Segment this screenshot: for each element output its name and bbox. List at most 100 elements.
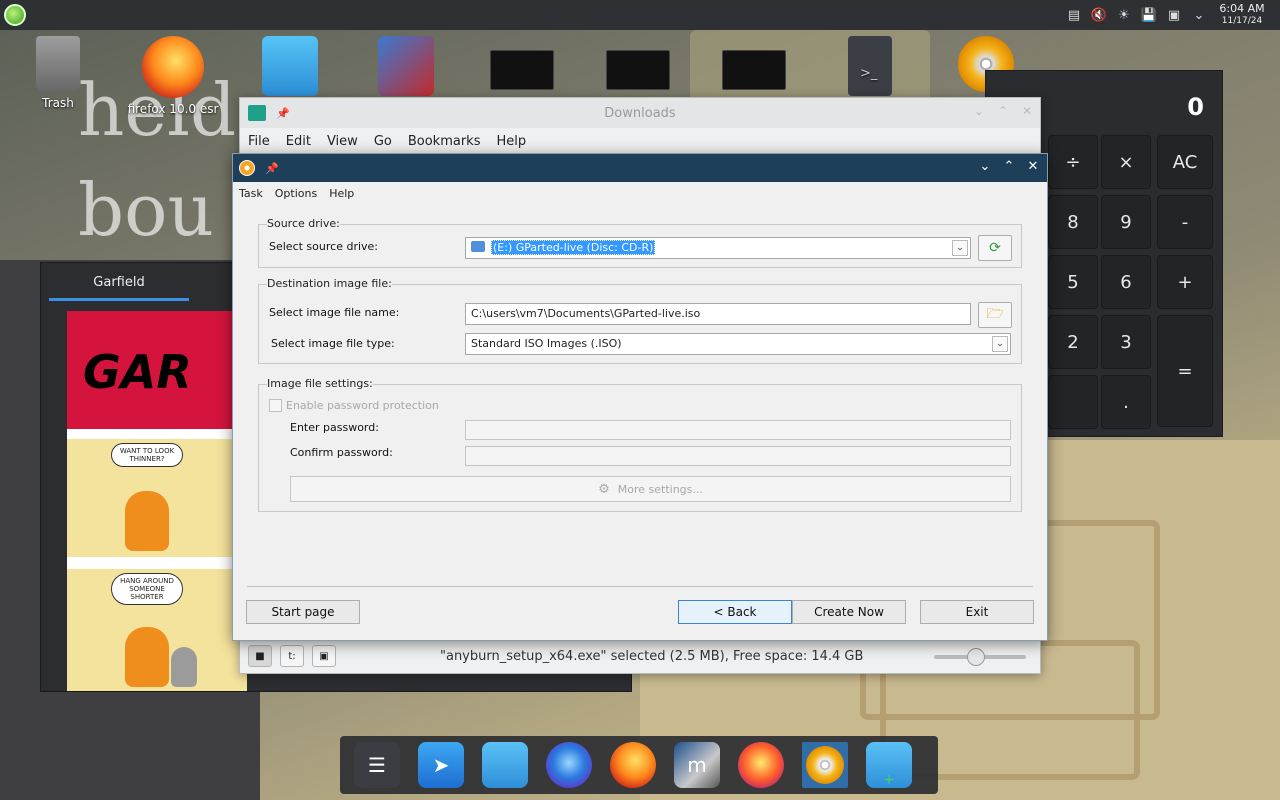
top-panel: ▤ 🔇 ☀ 💾 ▣ ⌄ 6:04 AM 11/17/24	[0, 0, 1280, 30]
refresh-drive-button[interactable]: ⟳	[978, 235, 1012, 261]
menu-bookmarks[interactable]: Bookmarks	[400, 134, 489, 149]
calc-9-button[interactable]: 9	[1101, 195, 1151, 249]
anyburn-window: 📌 ⌄ ⌃ ✕ Task Options Help Source drive: …	[232, 153, 1048, 641]
desktop-icon-vmware[interactable]	[598, 36, 678, 94]
menu-task[interactable]: Task	[233, 187, 269, 200]
tree-panel-button[interactable]: t:	[280, 645, 304, 667]
calc-3-button[interactable]: 3	[1101, 315, 1151, 369]
enter-password-input[interactable]	[465, 420, 1011, 440]
image-file-type-select[interactable]: Standard ISO Images (.ISO) ⌄	[465, 333, 1011, 355]
enable-password-label: Enable password protection	[286, 399, 439, 412]
chevron-down-icon[interactable]: ⌄	[1191, 7, 1207, 23]
firefox-nightly-icon[interactable]	[738, 742, 784, 788]
firefox-developer-icon[interactable]	[546, 742, 592, 788]
store-icon[interactable]: ➤	[418, 742, 464, 788]
desktop-icon-vmware[interactable]	[482, 36, 562, 94]
settings-icon[interactable]: ☰	[354, 742, 400, 788]
calc-5-button[interactable]: 5	[1048, 255, 1098, 309]
exit-button[interactable]: Exit	[920, 600, 1034, 624]
editor-icon[interactable]: m	[674, 742, 720, 788]
more-settings-button[interactable]: ⚙ More settings...	[290, 476, 1011, 502]
calc-6-button[interactable]: 6	[1101, 255, 1151, 309]
back-button[interactable]: < Back	[678, 600, 792, 624]
mute-icon[interactable]: 🔇	[1091, 7, 1107, 23]
new-folder-icon[interactable]: +	[866, 742, 912, 788]
menu-file[interactable]: File	[240, 134, 278, 149]
file-manager-menubar: File Edit View Go Bookmarks Help	[240, 128, 1040, 154]
files-icon[interactable]	[482, 742, 528, 788]
calc-multiply-button[interactable]: ×	[1101, 135, 1151, 189]
calc-decimal-button[interactable]: .	[1101, 375, 1151, 429]
menu-help[interactable]: Help	[488, 134, 534, 149]
open-folder-icon: 🗁	[986, 306, 1004, 322]
image-file-name-input[interactable]: C:\users\vm7\Documents\GParted-live.iso	[465, 303, 971, 325]
places-panel-button[interactable]: ■	[248, 645, 272, 667]
maximize-icon[interactable]: ⌃	[998, 104, 1008, 118]
sliders-glyph: ☰	[368, 753, 386, 777]
separator	[247, 586, 1033, 587]
start-page-button[interactable]: Start page	[246, 600, 360, 624]
anyburn-menubar: Task Options Help	[233, 182, 1047, 204]
menu-edit[interactable]: Edit	[278, 134, 319, 149]
minimize-icon[interactable]: ⌄	[977, 158, 993, 176]
file-manager-titlebar[interactable]: 📌 Downloads ⌄ ⌃ ✕	[240, 98, 1040, 128]
close-icon[interactable]: ✕	[1022, 104, 1032, 118]
vm-screen-icon	[490, 50, 554, 90]
terminal-panel-button[interactable]: ▣	[312, 645, 336, 667]
calc-plus-button[interactable]: +	[1157, 255, 1213, 309]
vm-screen-icon	[722, 50, 786, 90]
window-title: Downloads	[604, 105, 676, 121]
close-icon[interactable]: ✕	[1025, 158, 1041, 176]
network-icon[interactable]: ▣	[1166, 7, 1182, 23]
menu-view[interactable]: View	[319, 134, 366, 149]
application-launcher-icon[interactable]	[4, 4, 26, 26]
speech-bubble: WANT TO LOOK THINNER?	[111, 443, 183, 467]
calc-equals-button[interactable]: =	[1157, 315, 1213, 427]
source-drive-label: Select source drive:	[269, 240, 379, 253]
trash-icon	[36, 36, 80, 92]
pin-icon[interactable]: 📌	[265, 162, 279, 175]
calc-0-button[interactable]	[1048, 375, 1098, 429]
menu-options[interactable]: Options	[269, 187, 323, 200]
image-settings-legend: Image file settings:	[267, 377, 373, 390]
clock[interactable]: 6:04 AM 11/17/24	[1216, 3, 1268, 27]
calc-divide-button[interactable]: ÷	[1048, 135, 1098, 189]
menu-go[interactable]: Go	[366, 134, 400, 149]
desktop-icon-firefox[interactable]: firefox 10.0 esr	[128, 36, 218, 116]
clipboard-icon[interactable]: ▤	[1066, 7, 1082, 23]
disc-glyph	[806, 746, 844, 784]
desktop-icon-home[interactable]	[250, 36, 330, 100]
browse-file-button[interactable]: 🗁	[978, 302, 1012, 328]
chevron-down-icon[interactable]: ⌄	[992, 336, 1008, 352]
calc-2-button[interactable]: 2	[1048, 315, 1098, 369]
more-settings-label: More settings...	[617, 482, 703, 496]
create-now-button[interactable]: Create Now	[792, 600, 906, 624]
chevron-down-icon[interactable]: ⌄	[952, 240, 968, 256]
confirm-password-input[interactable]	[465, 446, 1011, 466]
calc-clear-button[interactable]: AC	[1157, 135, 1213, 189]
zoom-slider-handle[interactable]	[967, 648, 986, 666]
anyburn-icon[interactable]	[802, 742, 848, 788]
plus-glyph: +	[883, 772, 895, 788]
desktop-icon-dino[interactable]	[366, 36, 446, 100]
calc-8-button[interactable]: 8	[1048, 195, 1098, 249]
menu-help[interactable]: Help	[323, 187, 360, 200]
zoom-slider[interactable]	[934, 648, 1026, 666]
anyburn-titlebar[interactable]: 📌 ⌄ ⌃ ✕	[233, 154, 1047, 182]
tab-garfield[interactable]: Garfield	[49, 275, 189, 301]
firefox-icon[interactable]	[610, 742, 656, 788]
calc-minus-button[interactable]: -	[1157, 195, 1213, 249]
desktop-icon-vmware[interactable]	[714, 36, 794, 94]
save-icon[interactable]: 💾	[1141, 7, 1157, 23]
brightness-icon[interactable]: ☀	[1116, 7, 1132, 23]
home-folder-icon	[262, 36, 318, 96]
maximize-icon[interactable]: ⌃	[1001, 158, 1017, 176]
minimize-icon[interactable]: ⌄	[974, 104, 984, 118]
enable-password-checkbox[interactable]	[269, 399, 282, 412]
source-drive-select[interactable]: (E:) GParted-live (Disc: CD-R) ⌄	[465, 237, 971, 259]
desktop-icon-trash[interactable]: Trash	[18, 36, 98, 110]
desktop-icon-terminal[interactable]: >_	[830, 36, 910, 100]
anyburn-app-icon	[239, 160, 255, 176]
source-drive-value: (E:) GParted-live (Disc: CD-R)	[491, 240, 656, 255]
image-file-name-label: Select image file name:	[269, 306, 400, 319]
